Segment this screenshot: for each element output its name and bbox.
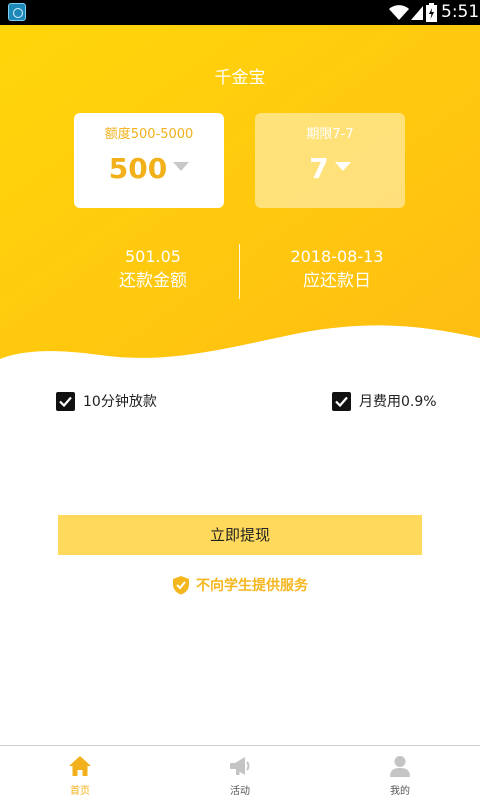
tab-activity-label: 活动 — [230, 786, 250, 797]
due-date-stat: 2018-08-13 应还款日 — [247, 247, 427, 293]
monthly-fee-label: 月费用0.9% — [359, 394, 437, 410]
chevron-down-icon — [173, 161, 190, 171]
shield-check-icon — [173, 576, 189, 595]
tab-home[interactable]: 首页 — [40, 746, 120, 800]
repay-amount-value: 501.05 — [125, 247, 181, 266]
signal-icon — [411, 6, 423, 20]
bottom-tab-bar: 首页 活动 我的 — [0, 745, 480, 800]
tab-mine[interactable]: 我的 — [360, 746, 440, 800]
user-icon — [390, 756, 410, 777]
monthly-fee-checkbox[interactable] — [332, 391, 351, 411]
repay-amount-stat: 501.05 还款金额 — [63, 247, 243, 293]
checkmark-icon — [335, 396, 348, 407]
term-selector[interactable]: 期限7-7 7 — [255, 113, 405, 208]
due-date-label: 应还款日 — [303, 271, 371, 291]
term-range-label: 期限7-7 — [306, 127, 354, 142]
battery-charging-icon — [426, 3, 437, 22]
status-time: 5:51 — [441, 2, 480, 22]
due-date-value: 2018-08-13 — [290, 247, 384, 266]
amount-selector[interactable]: 额度500-5000 500 — [74, 113, 224, 208]
app-launcher-icon — [8, 3, 26, 21]
amount-value-row[interactable]: 500 — [74, 152, 224, 185]
fast-loan-checkbox[interactable] — [56, 391, 75, 411]
page-title: 千金宝 — [214, 68, 266, 88]
hero-panel: 千金宝 额度500-5000 500 期限7-7 7 501.05 还款金额 2… — [0, 25, 480, 370]
chevron-down-icon — [334, 161, 351, 171]
amount-range-label: 额度500-5000 — [104, 127, 194, 142]
fast-loan-option[interactable]: 10分钟放款 — [56, 391, 157, 411]
loan-home-screen: 5:51 千金宝 额度500-5000 500 期限7-7 7 501.05 还… — [0, 0, 480, 800]
tab-mine-label: 我的 — [390, 786, 410, 797]
wifi-icon — [389, 5, 409, 20]
checkmark-icon — [59, 396, 72, 407]
tab-activity[interactable]: 活动 — [200, 746, 280, 800]
monthly-fee-option[interactable]: 月费用0.9% — [332, 391, 437, 411]
home-icon — [69, 756, 91, 776]
tab-home-label: 首页 — [70, 786, 90, 797]
student-notice: 不向学生提供服务 — [172, 574, 308, 596]
status-bar: 5:51 — [0, 0, 480, 25]
stat-divider — [239, 244, 240, 299]
term-value: 7 — [309, 152, 329, 185]
megaphone-icon — [230, 757, 250, 775]
amount-value: 500 — [108, 152, 168, 185]
repay-amount-label: 还款金额 — [119, 271, 187, 291]
term-value-row[interactable]: 7 — [255, 152, 405, 185]
fast-loan-label: 10分钟放款 — [83, 394, 157, 410]
student-notice-label: 不向学生提供服务 — [196, 578, 308, 594]
withdraw-button[interactable]: 立即提现 — [58, 515, 422, 555]
